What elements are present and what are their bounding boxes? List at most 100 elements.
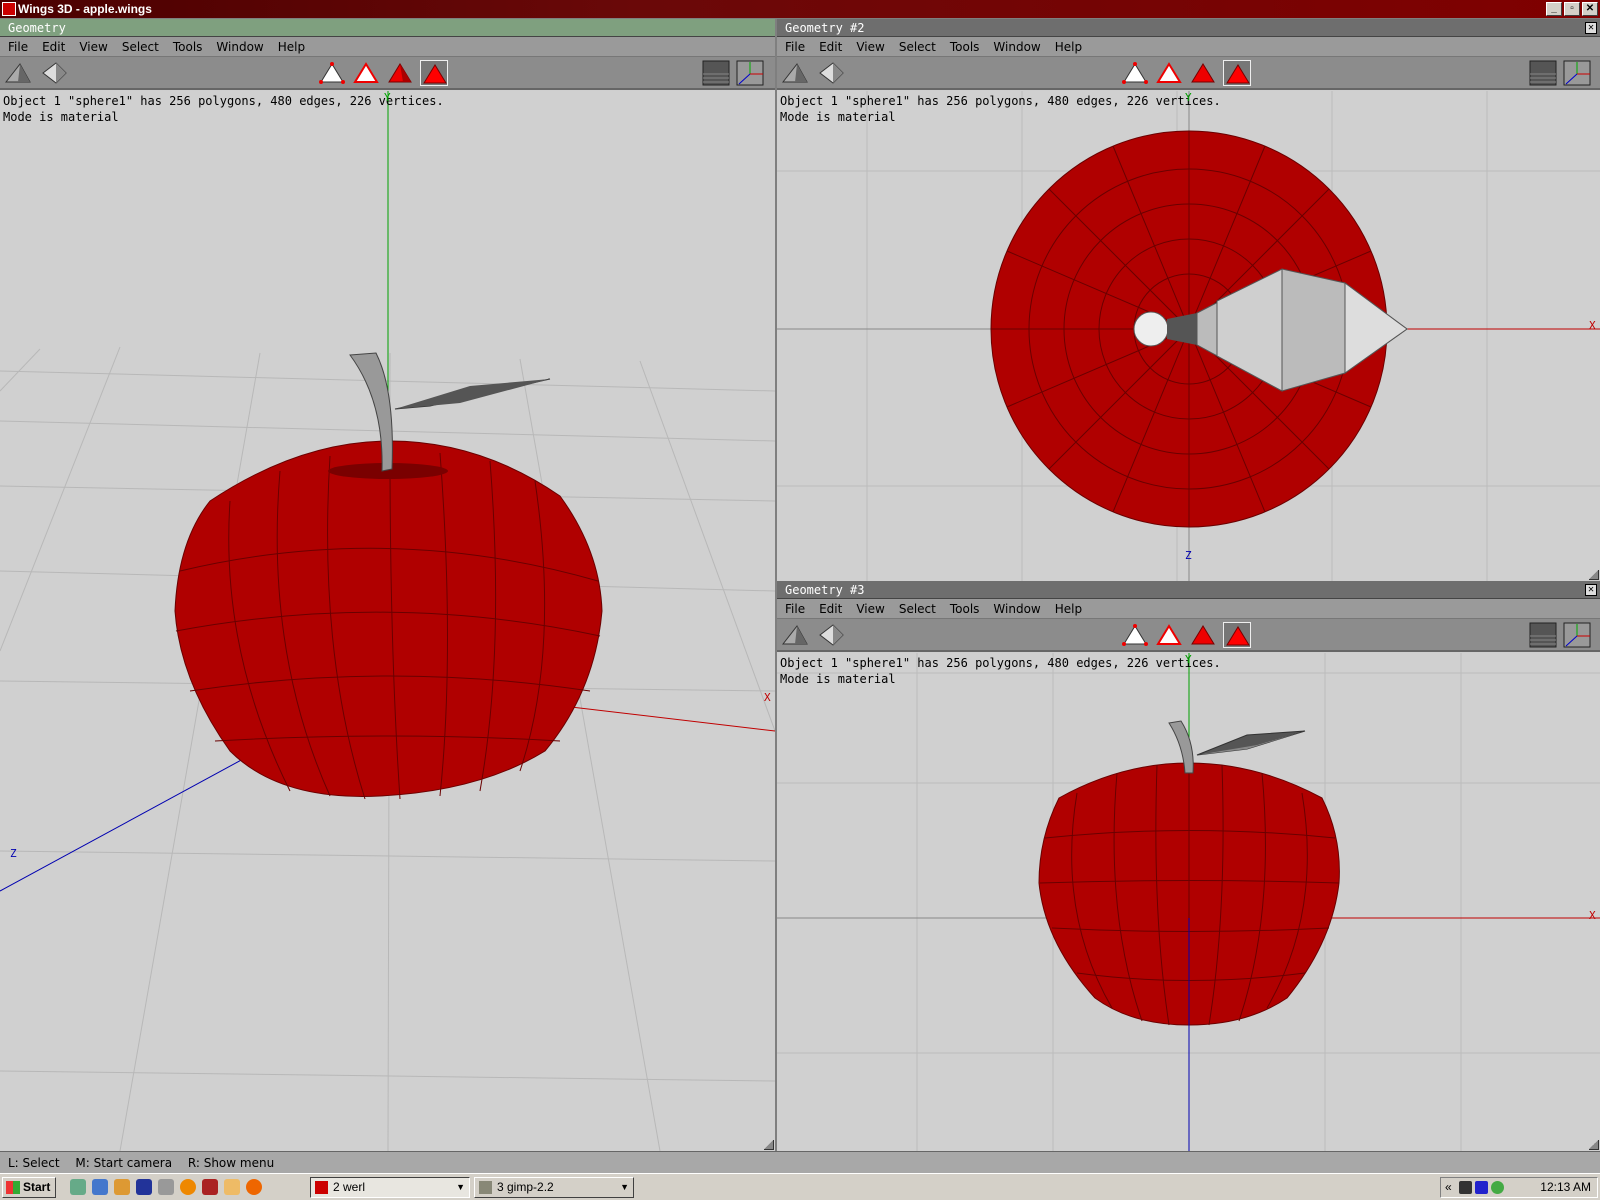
quicklaunch-folder-icon[interactable] [114, 1179, 130, 1195]
info-line-1: Object 1 "sphere1" has 256 polygons, 480… [780, 94, 1221, 108]
face-select-icon[interactable] [386, 60, 414, 86]
pane-title-bar[interactable]: Geometry #3 ✕ [777, 581, 1600, 599]
tray-network-icon[interactable] [1475, 1181, 1488, 1194]
menu-bar: File Edit View Select Tools Window Help [777, 599, 1600, 619]
body-select-icon[interactable] [1223, 60, 1251, 86]
task-gimp[interactable]: 3 gimp-2.2 ▼ [474, 1177, 634, 1198]
menu-view[interactable]: View [75, 40, 117, 54]
menu-bar: File Edit View Select Tools Window Help [777, 37, 1600, 57]
menu-tools[interactable]: Tools [946, 40, 990, 54]
tray-steam-icon[interactable] [1459, 1181, 1472, 1194]
task-label: 3 gimp-2.2 [497, 1180, 554, 1194]
resize-grip[interactable] [764, 1140, 774, 1150]
info-line-2: Mode is material [780, 110, 896, 124]
menu-view[interactable]: View [852, 602, 894, 616]
face-mode-icon[interactable] [781, 60, 809, 86]
tray-app-icon[interactable] [1491, 1181, 1504, 1194]
geometry-window-2[interactable]: Geometry #2 ✕ File Edit View Select Tools… [777, 19, 1600, 581]
resize-grip[interactable] [1589, 570, 1599, 580]
menu-help[interactable]: Help [274, 40, 315, 54]
face-select-icon[interactable] [1189, 60, 1217, 86]
pane-close-button[interactable]: ✕ [1585, 584, 1597, 596]
top-view-viewport[interactable]: Object 1 "sphere1" has 256 polygons, 480… [777, 91, 1600, 581]
quicklaunch-media-icon[interactable] [180, 1179, 196, 1195]
close-button[interactable]: ✕ [1582, 2, 1598, 16]
menu-window[interactable]: Window [989, 40, 1050, 54]
z-axis-label: Z [1185, 549, 1192, 562]
menu-window[interactable]: Window [989, 602, 1050, 616]
menu-select[interactable]: Select [118, 40, 169, 54]
menu-select[interactable]: Select [895, 602, 946, 616]
front-view-viewport[interactable]: Object 1 "sphere1" has 256 polygons, 480… [777, 653, 1600, 1151]
status-left-button-hint: L: Select [8, 1156, 60, 1170]
axes-toggle-icon[interactable] [736, 60, 764, 86]
menu-view[interactable]: View [852, 40, 894, 54]
quicklaunch-app-icon[interactable] [136, 1179, 152, 1195]
object-mode-icon[interactable] [817, 622, 845, 648]
body-select-icon[interactable] [420, 60, 448, 86]
edge-select-icon[interactable] [1155, 622, 1183, 648]
menu-tools[interactable]: Tools [169, 40, 213, 54]
maximize-button[interactable]: ▫ [1564, 2, 1580, 16]
object-mode-icon[interactable] [40, 60, 68, 86]
vertex-select-icon[interactable] [1121, 622, 1149, 648]
axes-toggle-icon[interactable] [1563, 60, 1591, 86]
window-title-bar[interactable]: Wings 3D - apple.wings _ ▫ ✕ [0, 0, 1600, 18]
menu-edit[interactable]: Edit [38, 40, 75, 54]
groundplane-icon[interactable] [1529, 60, 1557, 86]
toolbar [0, 57, 775, 90]
quicklaunch-tool-icon[interactable] [158, 1179, 174, 1195]
menu-window[interactable]: Window [212, 40, 273, 54]
quicklaunch-notes-icon[interactable] [224, 1179, 240, 1195]
edge-select-icon[interactable] [1155, 60, 1183, 86]
menu-file[interactable]: File [4, 40, 38, 54]
taskbar: Start 2 werl ▼ 3 gimp-2.2 ▼ « 12:13 AM [0, 1173, 1600, 1200]
quicklaunch-network-icon[interactable] [70, 1179, 86, 1195]
menu-bar: File Edit View Select Tools Window Help [0, 37, 775, 57]
vertex-select-icon[interactable] [318, 60, 346, 86]
object-info: Object 1 "sphere1" has 256 polygons, 480… [3, 93, 444, 125]
menu-file[interactable]: File [781, 40, 815, 54]
perspective-scene [0, 91, 775, 1151]
body-select-icon[interactable] [1223, 622, 1251, 648]
menu-file[interactable]: File [781, 602, 815, 616]
edge-select-icon[interactable] [352, 60, 380, 86]
resize-grip[interactable] [1589, 1140, 1599, 1150]
object-info: Object 1 "sphere1" has 256 polygons, 480… [780, 93, 1221, 125]
groundplane-icon[interactable] [702, 60, 730, 86]
menu-help[interactable]: Help [1051, 40, 1092, 54]
minimize-button[interactable]: _ [1546, 2, 1562, 16]
quicklaunch-firefox-icon[interactable] [246, 1179, 262, 1195]
3d-viewport[interactable]: Object 1 "sphere1" has 256 polygons, 480… [0, 91, 775, 1151]
pane-title-bar[interactable]: Geometry [0, 19, 775, 37]
face-mode-icon[interactable] [4, 60, 32, 86]
menu-select[interactable]: Select [895, 40, 946, 54]
menu-tools[interactable]: Tools [946, 602, 990, 616]
face-select-icon[interactable] [1189, 622, 1217, 648]
start-button[interactable]: Start [2, 1177, 56, 1198]
tray-expand-icon[interactable]: « [1445, 1178, 1452, 1197]
chevron-down-icon: ▼ [620, 1182, 629, 1192]
wings-app-icon [2, 2, 16, 16]
quicklaunch-game-icon[interactable] [202, 1179, 218, 1195]
x-axis-label: X [764, 691, 771, 704]
axes-toggle-icon[interactable] [1563, 622, 1591, 648]
z-axis-label: Z [10, 847, 17, 860]
menu-help[interactable]: Help [1051, 602, 1092, 616]
groundplane-icon[interactable] [1529, 622, 1557, 648]
menu-edit[interactable]: Edit [815, 602, 852, 616]
werl-icon [315, 1181, 328, 1194]
info-line-2: Mode is material [780, 672, 896, 686]
info-line-2: Mode is material [3, 110, 119, 124]
geometry-window-1[interactable]: Geometry File Edit View Select Tools Win… [0, 19, 775, 1151]
vertex-select-icon[interactable] [1121, 60, 1149, 86]
task-werl[interactable]: 2 werl ▼ [310, 1177, 470, 1198]
geometry-window-3[interactable]: Geometry #3 ✕ File Edit View Select Tools… [777, 581, 1600, 1151]
object-mode-icon[interactable] [817, 60, 845, 86]
pane-title-bar[interactable]: Geometry #2 ✕ [777, 19, 1600, 37]
front-view-scene [777, 653, 1600, 1151]
pane-close-button[interactable]: ✕ [1585, 22, 1597, 34]
face-mode-icon[interactable] [781, 622, 809, 648]
quicklaunch-browser-icon[interactable] [92, 1179, 108, 1195]
menu-edit[interactable]: Edit [815, 40, 852, 54]
